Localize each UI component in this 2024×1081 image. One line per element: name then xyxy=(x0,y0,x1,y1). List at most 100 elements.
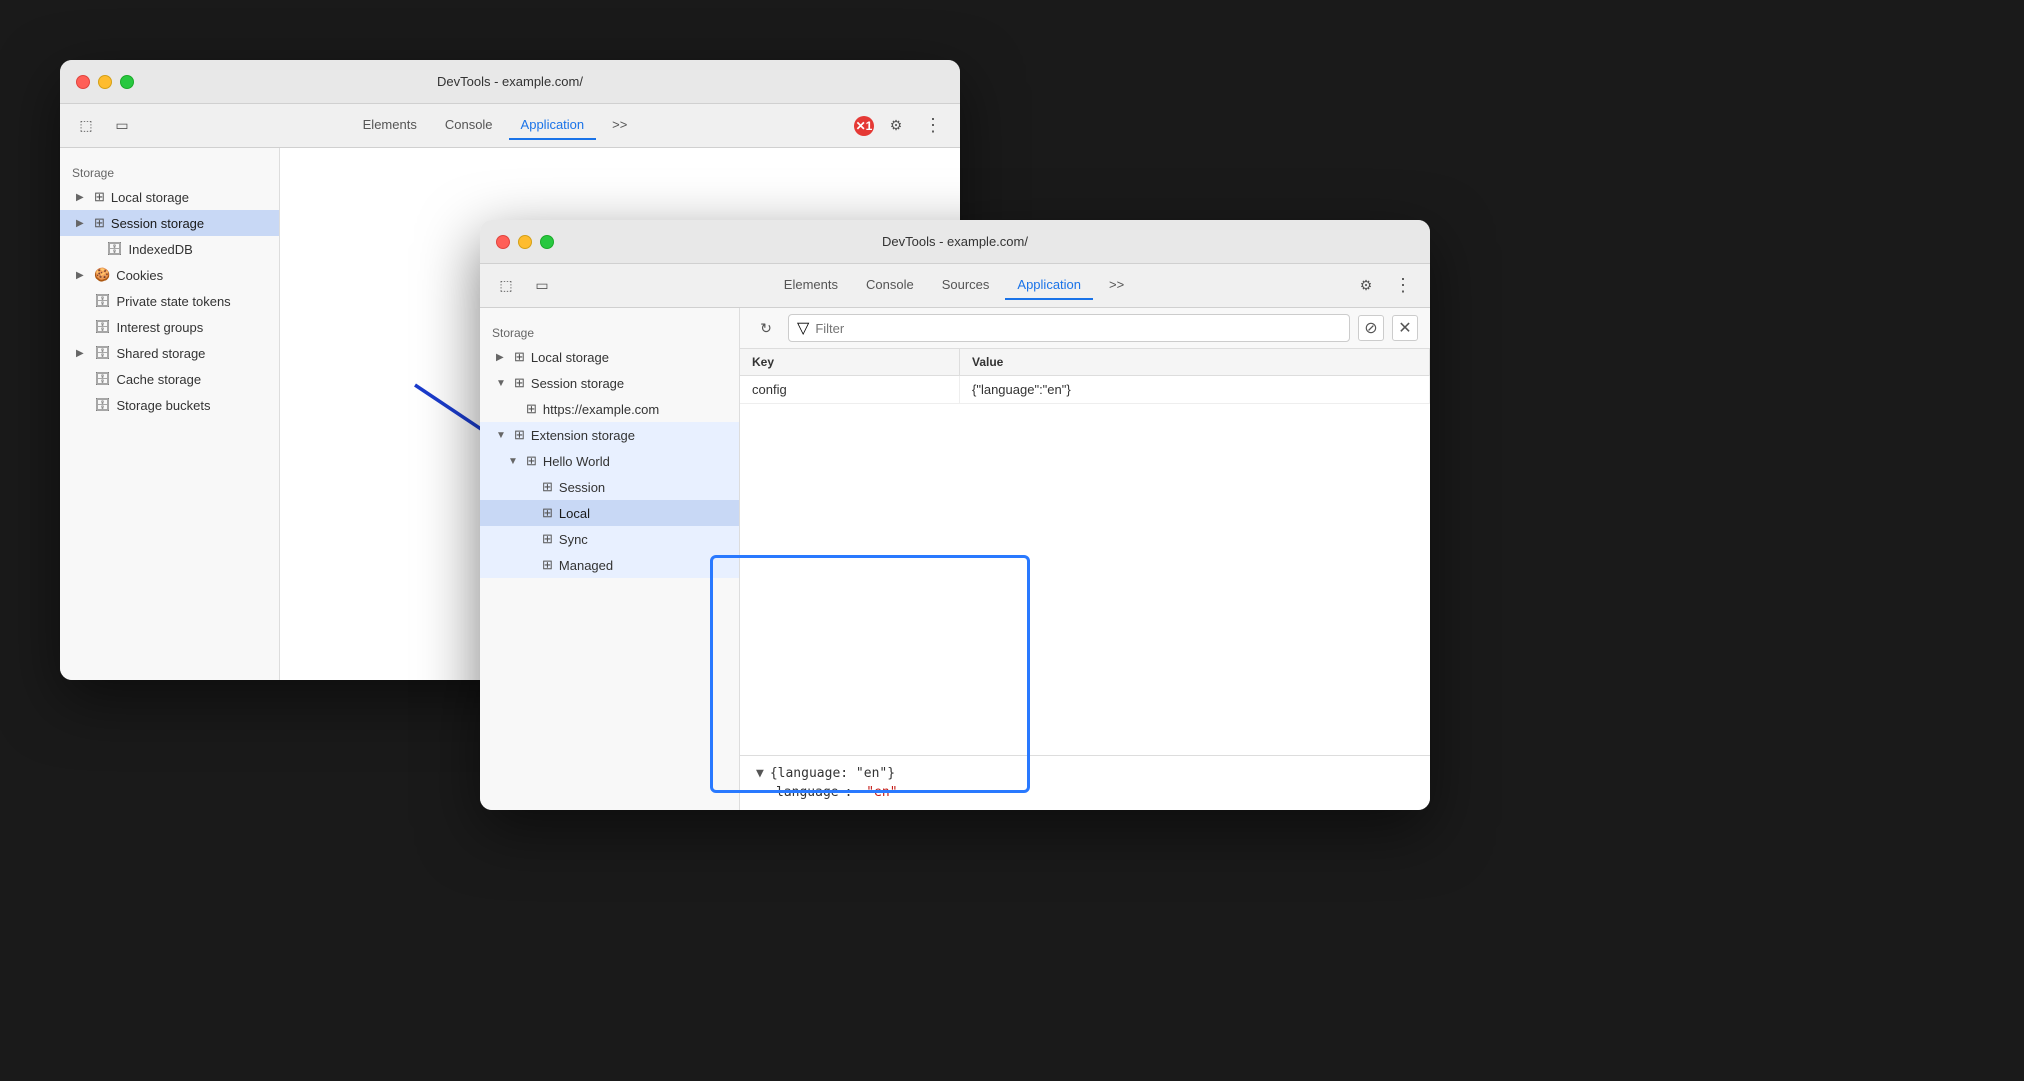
close-button-back[interactable] xyxy=(76,75,90,89)
filter-input[interactable] xyxy=(815,321,1341,336)
sidebar-section-storage-back: Storage xyxy=(60,160,279,184)
sidebar-back: Storage ▶ ⊞ Local storage ▶ ⊞ Session st… xyxy=(60,148,280,680)
item-label: Managed xyxy=(559,558,727,573)
sidebar-item-shared-storage[interactable]: ▶ 🗄 Shared storage xyxy=(60,340,279,366)
item-label: Private state tokens xyxy=(117,294,267,309)
sidebar-item-interest-groups[interactable]: 🗄 Interest groups xyxy=(60,314,279,340)
inspector-icon[interactable]: ⬚ xyxy=(72,112,100,140)
table-icon: ⊞ xyxy=(526,401,537,417)
tab-sources-front[interactable]: Sources xyxy=(930,271,1002,300)
filter-icon: ▽ xyxy=(797,318,809,338)
item-label: https://example.com xyxy=(543,402,727,417)
minimize-button-back[interactable] xyxy=(98,75,112,89)
toolbar-back: ⬚ ▭ Elements Console Application >> ✕1 ⚙… xyxy=(60,104,960,148)
tab-console-back[interactable]: Console xyxy=(433,111,505,140)
tab-application-front[interactable]: Application xyxy=(1005,271,1093,300)
item-label: Cache storage xyxy=(117,372,267,387)
device-icon[interactable]: ▭ xyxy=(108,112,136,140)
maximize-button-back[interactable] xyxy=(120,75,134,89)
tab-more-front[interactable]: >> xyxy=(1097,271,1136,300)
sidebar-item-extension-storage[interactable]: ▼ ⊞ Extension storage xyxy=(480,422,739,448)
close-button-front[interactable] xyxy=(496,235,510,249)
table-header: Key Value xyxy=(740,349,1430,376)
item-label: Local storage xyxy=(111,190,267,205)
sidebar-item-ext-local[interactable]: ⊞ Local xyxy=(480,500,739,526)
sidebar-item-local-storage[interactable]: ▶ ⊞ Local storage xyxy=(60,184,279,210)
item-label: Session storage xyxy=(111,216,267,231)
item-label: Extension storage xyxy=(531,428,727,443)
toolbar-front: ⬚ ▭ Elements Console Sources Application… xyxy=(480,264,1430,308)
minimize-button-front[interactable] xyxy=(518,235,532,249)
sidebar-item-ext-sync[interactable]: ⊞ Sync xyxy=(480,526,739,552)
sidebar-item-private-state[interactable]: 🗄 Private state tokens xyxy=(60,288,279,314)
table-icon: ⊞ xyxy=(514,375,525,391)
table-row[interactable]: config {"language":"en"} xyxy=(740,376,1430,404)
sidebar-item-hello-world[interactable]: ▼ ⊞ Hello World xyxy=(480,448,739,474)
data-table: Key Value config {"language":"en"} xyxy=(740,349,1430,755)
item-label: Session storage xyxy=(531,376,727,391)
preview-row-lang: language : "en" xyxy=(756,785,1414,800)
tab-application-back[interactable]: Application xyxy=(509,111,597,140)
sidebar-item-indexeddb[interactable]: 🗄 IndexedDB xyxy=(60,236,279,262)
clear-icon[interactable]: ⊘ xyxy=(1358,315,1384,341)
table-icon: ⊞ xyxy=(542,531,553,547)
sidebar-item-ext-session[interactable]: ⊞ Session xyxy=(480,474,739,500)
sidebar-item-ext-managed[interactable]: ⊞ Managed xyxy=(480,552,739,578)
sidebar-item-example-com[interactable]: ⊞ https://example.com xyxy=(480,396,739,422)
tab-console-front[interactable]: Console xyxy=(854,271,926,300)
refresh-icon[interactable]: ↻ xyxy=(752,314,780,342)
error-badge-back[interactable]: ✕1 xyxy=(854,116,874,136)
sidebar-item-session-storage[interactable]: ▶ ⊞ Session storage xyxy=(60,210,279,236)
tab-elements-back[interactable]: Elements xyxy=(351,111,429,140)
item-label: Storage buckets xyxy=(117,398,267,413)
toolbar-right-back: ✕1 ⚙ ⋮ xyxy=(854,112,948,140)
close-panel-icon[interactable]: ✕ xyxy=(1392,315,1418,341)
sidebar-item-session-storage-front[interactable]: ▼ ⊞ Session storage xyxy=(480,370,739,396)
db-icon: 🗄 xyxy=(94,345,111,361)
preview-area: ▼ {language: "en"} language : "en" xyxy=(740,755,1430,810)
arrow-icon: ▶ xyxy=(76,218,88,229)
window-title-front: DevTools - example.com/ xyxy=(496,234,1414,249)
table-icon: ⊞ xyxy=(514,349,525,365)
table-icon: ⊞ xyxy=(542,505,553,521)
item-label: Local xyxy=(559,506,727,521)
item-label: Interest groups xyxy=(117,320,267,335)
sidebar-item-local-storage-front[interactable]: ▶ ⊞ Local storage xyxy=(480,344,739,370)
arrow-icon: ▼ xyxy=(496,378,508,389)
toolbar-right-front: ⚙ ⋮ xyxy=(1352,272,1418,300)
sidebar-item-cookies[interactable]: ▶ 🍪 Cookies xyxy=(60,262,279,288)
arrow-icon: ▶ xyxy=(496,352,508,363)
cookie-icon: 🍪 xyxy=(94,267,110,283)
table-icon: ⊞ xyxy=(514,427,525,443)
settings-icon-front[interactable]: ⚙ xyxy=(1352,272,1380,300)
sidebar-front: Storage ▶ ⊞ Local storage ▼ ⊞ Session st… xyxy=(480,308,740,810)
table-icon: ⊞ xyxy=(94,215,105,231)
table-icon: ⊞ xyxy=(542,557,553,573)
more-icon-back[interactable]: ⋮ xyxy=(918,113,948,138)
db-icon: 🗄 xyxy=(94,397,111,413)
sidebar-item-cache-storage[interactable]: 🗄 Cache storage xyxy=(60,366,279,392)
tab-more-back[interactable]: >> xyxy=(600,111,639,140)
titlebar-front: DevTools - example.com/ xyxy=(480,220,1430,264)
window-title-back: DevTools - example.com/ xyxy=(76,74,944,89)
db-icon: 🗄 xyxy=(94,293,111,309)
toolbar-icons-front: ⬚ ▭ xyxy=(492,272,556,300)
more-icon-front[interactable]: ⋮ xyxy=(1388,273,1418,298)
tab-elements-front[interactable]: Elements xyxy=(772,271,850,300)
panel-toolbar-front: ↻ ▽ ⊘ ✕ xyxy=(740,308,1430,349)
preview-toggle-icon[interactable]: ▼ xyxy=(756,766,764,781)
arrow-icon: ▼ xyxy=(508,456,520,467)
preview-object-label: {language: "en"} xyxy=(770,766,895,781)
settings-icon-back[interactable]: ⚙ xyxy=(882,112,910,140)
item-label: Session xyxy=(559,480,727,495)
table-icon: ⊞ xyxy=(94,189,105,205)
preview-row-object: ▼ {language: "en"} xyxy=(756,766,1414,781)
sidebar-item-storage-buckets[interactable]: 🗄 Storage buckets xyxy=(60,392,279,418)
toolbar-icons-back: ⬚ ▭ xyxy=(72,112,136,140)
preview-language-key: language xyxy=(776,785,839,800)
right-panel-front: ↻ ▽ ⊘ ✕ Key Value config {"language":"en… xyxy=(740,308,1430,810)
device-icon-front[interactable]: ▭ xyxy=(528,272,556,300)
inspector-icon-front[interactable]: ⬚ xyxy=(492,272,520,300)
maximize-button-front[interactable] xyxy=(540,235,554,249)
sidebar-section-storage-front: Storage xyxy=(480,320,739,344)
